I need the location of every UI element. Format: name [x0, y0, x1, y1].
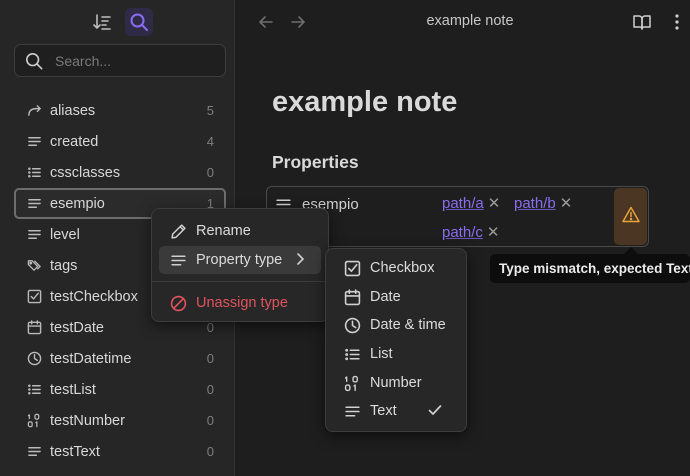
tags-icon — [26, 258, 42, 274]
search-input[interactable] — [55, 51, 215, 71]
type-option-datetime[interactable]: Date & time — [333, 311, 459, 339]
property-item-testtext[interactable]: testText 0 — [14, 436, 226, 467]
remove-icon[interactable]: ✕ — [487, 223, 500, 241]
properties-heading[interactable]: Properties — [272, 152, 359, 173]
text-lines-icon — [26, 444, 42, 460]
property-type-submenu: Checkbox Date Date & time List Number Te… — [325, 248, 467, 432]
note-title[interactable]: example note — [272, 86, 457, 119]
type-option-label: Date & time — [370, 317, 446, 333]
clock-icon — [26, 351, 42, 367]
forward-arrow-icon — [26, 103, 42, 119]
text-lines-icon — [343, 402, 361, 420]
property-item-label: tags — [50, 257, 78, 274]
property-item-label: testText — [50, 443, 100, 460]
remove-icon[interactable]: ✕ — [560, 194, 573, 212]
type-option-label: Date — [370, 289, 401, 305]
property-item-count: 0 — [206, 165, 214, 180]
property-item-count: 0 — [206, 320, 214, 335]
more-options-icon[interactable] — [674, 12, 680, 37]
text-lines-icon — [26, 227, 42, 243]
property-item-label: testNumber — [50, 412, 125, 429]
menu-item-property-type[interactable]: Property type — [159, 246, 321, 274]
property-context-menu: Rename Property type Unassign type — [151, 208, 329, 322]
property-value-link[interactable]: path/b ✕ — [514, 194, 573, 213]
tooltip-arrow — [624, 247, 638, 254]
property-item-label: aliases — [50, 102, 96, 119]
property-item-label: esempio — [50, 195, 105, 212]
list-icon — [343, 345, 361, 363]
type-option-checkbox[interactable]: Checkbox — [333, 254, 459, 282]
property-item-label: testDate — [50, 319, 104, 336]
search-icon — [25, 52, 43, 75]
property-item-testlist[interactable]: testList 0 — [14, 374, 226, 405]
warning-icon — [621, 206, 640, 228]
type-mismatch-tooltip: Type mismatch, expected Text — [490, 254, 690, 283]
type-option-label: Text — [370, 403, 397, 419]
calendar-icon — [26, 320, 42, 336]
reading-view-icon[interactable] — [632, 12, 652, 37]
tab-header: example note — [236, 0, 690, 44]
property-item-aliases[interactable]: aliases 5 — [14, 95, 226, 126]
property-value-link[interactable]: path/a ✕ — [442, 194, 501, 213]
sort-icon[interactable] — [88, 8, 116, 36]
property-item-count: 0 — [206, 413, 214, 428]
property-item-label: testList — [50, 381, 96, 398]
property-item-count: 0 — [206, 351, 214, 366]
list-icon — [26, 165, 42, 181]
tab-title: example note — [426, 13, 514, 29]
type-option-label: List — [370, 346, 393, 362]
number-icon — [26, 413, 42, 429]
text-lines-icon — [26, 196, 42, 212]
search-mode-icon[interactable] — [125, 8, 153, 36]
list-icon — [26, 382, 42, 398]
property-item-label: testDatetime — [50, 350, 132, 367]
search-box[interactable] — [14, 44, 226, 77]
property-item-cssclasses[interactable]: cssclasses 0 — [14, 157, 226, 188]
type-option-date[interactable]: Date — [333, 283, 459, 311]
link-text[interactable]: path/b — [514, 195, 556, 212]
sidebar-toolbar — [0, 0, 235, 44]
menu-divider — [152, 281, 328, 282]
type-option-label: Number — [370, 375, 422, 391]
type-option-label: Checkbox — [370, 260, 435, 276]
property-item-count: 0 — [206, 382, 214, 397]
clock-icon — [343, 316, 361, 334]
menu-item-rename[interactable]: Rename — [159, 217, 321, 245]
checkbox-icon — [343, 259, 361, 277]
link-text[interactable]: path/a — [442, 195, 484, 212]
property-item-testdatetime[interactable]: testDatetime 0 — [14, 343, 226, 374]
menu-item-label: Unassign type — [196, 295, 288, 311]
type-option-text[interactable]: Text — [333, 397, 459, 425]
menu-item-unassign-type[interactable]: Unassign type — [159, 289, 321, 317]
property-item-created[interactable]: created 4 — [14, 126, 226, 157]
link-text[interactable]: path/c — [442, 224, 483, 241]
property-item-label: cssclasses — [50, 164, 121, 181]
type-option-number[interactable]: Number — [333, 369, 459, 397]
property-item-count: 5 — [206, 103, 214, 118]
property-item-label: created — [50, 133, 99, 150]
property-value-link[interactable]: path/c ✕ — [442, 223, 500, 242]
checkmark-icon — [427, 402, 443, 423]
checkbox-icon — [26, 289, 42, 305]
property-item-testnumber[interactable]: testNumber 0 — [14, 405, 226, 436]
property-item-count: 4 — [206, 134, 214, 149]
property-item-label: testCheckbox — [50, 288, 138, 305]
type-warning-button[interactable] — [614, 188, 647, 245]
chevron-right-icon — [293, 252, 307, 271]
text-lines-icon — [169, 251, 187, 269]
pencil-icon — [169, 222, 187, 240]
text-lines-icon — [26, 134, 42, 150]
menu-item-label: Property type — [196, 252, 283, 268]
ban-icon — [169, 294, 187, 312]
type-option-list[interactable]: List — [333, 340, 459, 368]
remove-icon[interactable]: ✕ — [488, 194, 501, 212]
menu-item-label: Rename — [196, 223, 251, 239]
calendar-icon — [343, 288, 361, 306]
property-item-count: 0 — [206, 444, 214, 459]
number-icon — [343, 374, 361, 392]
property-item-label: level — [50, 226, 80, 243]
